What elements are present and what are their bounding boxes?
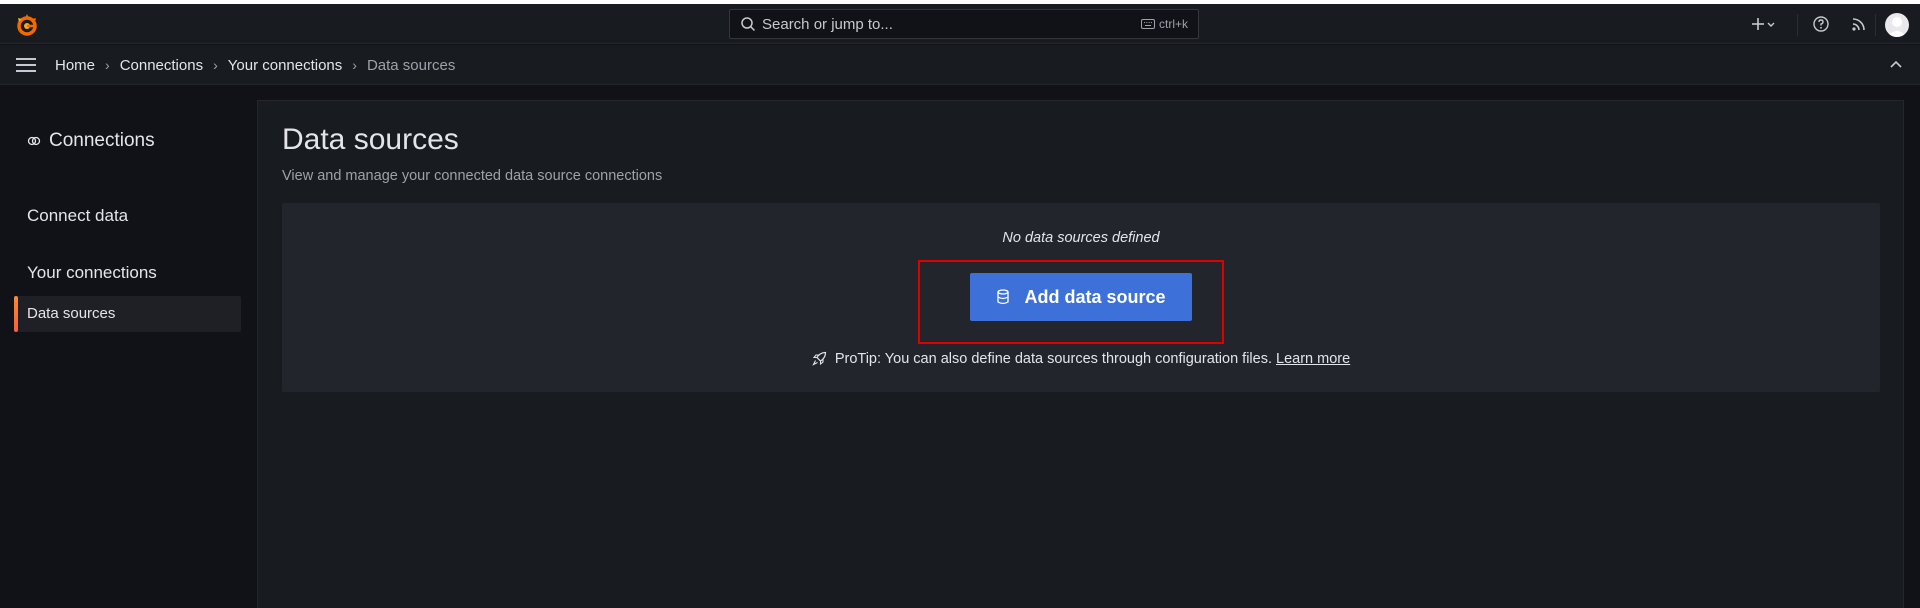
- grafana-logo-icon[interactable]: [14, 12, 40, 38]
- database-icon: [997, 289, 1010, 305]
- search-shortcut: ctrl+k: [1140, 17, 1188, 31]
- hamburger-icon[interactable]: [16, 56, 36, 74]
- sidebar-title: Connections: [27, 130, 155, 152]
- sidebar-item-label: Data sources: [27, 305, 116, 322]
- page-subtitle: View and manage your connected data sour…: [282, 168, 663, 184]
- search-shortcut-label: ctrl+k: [1158, 17, 1188, 31]
- sidebar-title-label: Connections: [49, 130, 155, 151]
- rocket-icon: [812, 351, 826, 366]
- main-content: Data sources View and manage your connec…: [257, 100, 1904, 608]
- search-input[interactable]: [762, 15, 1141, 33]
- search-box[interactable]: ctrl+k: [729, 9, 1199, 39]
- breadcrumb-connections[interactable]: Connections: [120, 57, 203, 74]
- avatar[interactable]: [1885, 13, 1909, 37]
- breadcrumb-your-connections[interactable]: Your connections: [228, 57, 343, 74]
- breadcrumb-separator: ›: [213, 57, 218, 73]
- breadcrumb-separator: ›: [105, 57, 110, 73]
- chevron-up-icon[interactable]: [1888, 57, 1904, 73]
- help-icon[interactable]: [1811, 14, 1831, 34]
- protip-text: ProTip: You can also define data sources…: [834, 351, 1272, 367]
- divider: [1875, 14, 1876, 36]
- user-icon: [1887, 17, 1907, 37]
- connections-icon: [27, 136, 41, 146]
- breadcrumb-bar: Home › Connections › Your connections › …: [0, 45, 1920, 85]
- top-bar: ctrl+k: [0, 4, 1920, 44]
- breadcrumb: Home › Connections › Your connections › …: [55, 45, 455, 85]
- rss-icon[interactable]: [1849, 14, 1869, 34]
- learn-more-link[interactable]: Learn more: [1276, 351, 1350, 367]
- add-data-source-label: Add data source: [1024, 286, 1166, 307]
- breadcrumb-separator: ›: [352, 57, 357, 73]
- sidebar-item-your-connections[interactable]: Your connections: [27, 263, 157, 283]
- divider: [1797, 14, 1798, 36]
- breadcrumb-data-sources: Data sources: [366, 56, 456, 74]
- search-icon: [741, 17, 756, 32]
- section-sidebar: Connections Connect data Your connection…: [0, 86, 257, 608]
- empty-state-message: No data sources defined: [1002, 230, 1160, 246]
- chevron-down-icon[interactable]: [1765, 14, 1777, 34]
- protip: ProTip: You can also define data sources…: [282, 351, 1880, 367]
- breadcrumb-home[interactable]: Home: [55, 57, 95, 74]
- sidebar-item-connect-data[interactable]: Connect data: [27, 206, 128, 226]
- sidebar-item-data-sources[interactable]: Data sources: [14, 296, 241, 332]
- page-title: Data sources: [282, 123, 459, 156]
- keyboard-icon: [1140, 19, 1155, 29]
- add-data-source-button[interactable]: Add data source: [970, 273, 1192, 321]
